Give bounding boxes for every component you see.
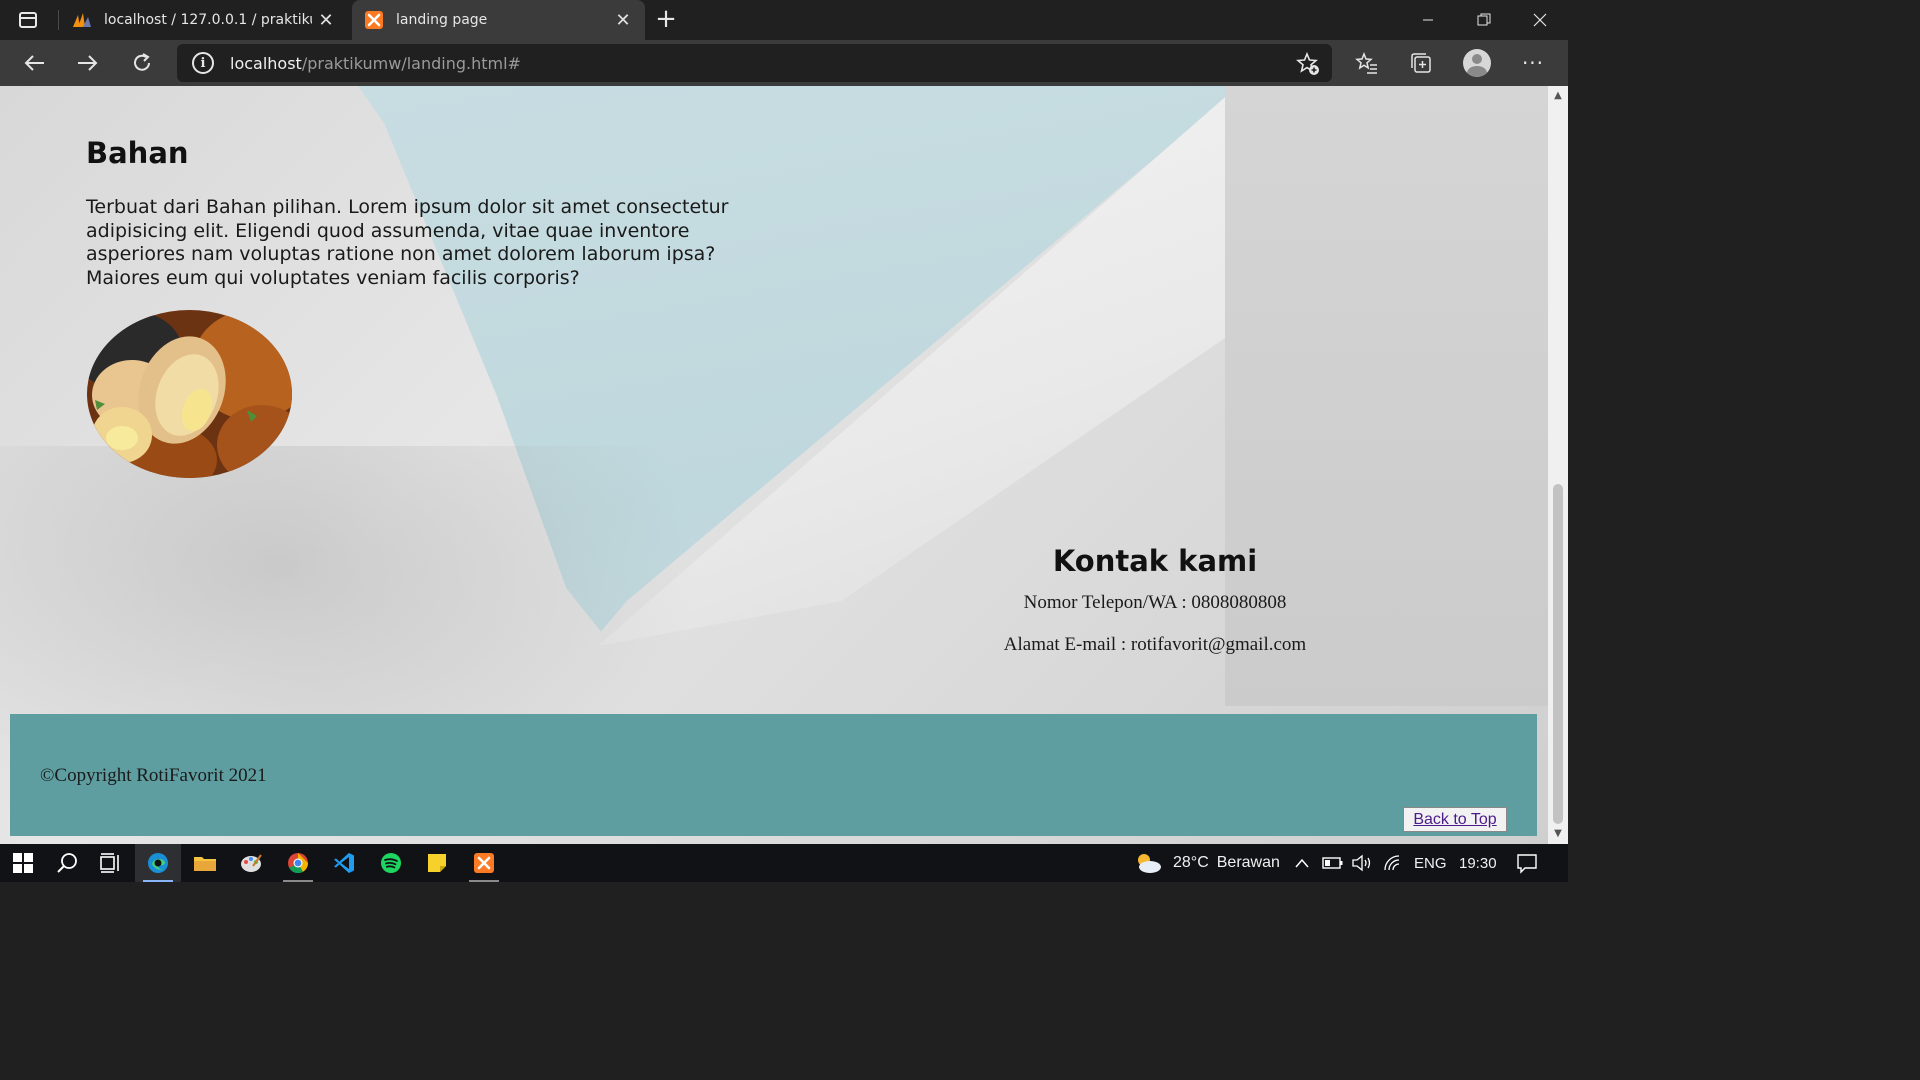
- tab-phpmyadmin[interactable]: localhost / 127.0.0.1 / praktikum ✕: [60, 0, 348, 40]
- contact-heading: Kontak kami: [1052, 544, 1258, 578]
- task-view-icon[interactable]: [88, 844, 134, 882]
- forward-arrow-icon[interactable]: [70, 45, 106, 81]
- contact-phone: Nomor Telepon/WA : 0808080808: [1023, 592, 1287, 613]
- battery-icon[interactable]: [1322, 844, 1344, 882]
- back-to-top-button[interactable]: Back to Top: [1403, 807, 1507, 832]
- minimize-icon[interactable]: [1400, 0, 1456, 40]
- url-host: localhost: [230, 53, 302, 73]
- close-tab-icon[interactable]: ✕: [609, 6, 637, 34]
- network-wifi-icon[interactable]: [1383, 844, 1403, 882]
- weather-widget[interactable]: 28°C Berawan: [1133, 844, 1280, 882]
- windows-taskbar: 28°C Berawan ENG 19:30: [0, 844, 1568, 882]
- file-explorer-icon[interactable]: [182, 844, 228, 882]
- add-favorite-icon[interactable]: [1296, 51, 1320, 76]
- tab-separator: [58, 10, 59, 30]
- scroll-down-arrow-icon[interactable]: ▼: [1548, 828, 1568, 842]
- spotify-icon[interactable]: [368, 844, 414, 882]
- weather-temp: 28°C: [1173, 854, 1209, 871]
- action-center-icon[interactable]: [1516, 844, 1538, 882]
- sticky-notes-icon[interactable]: [414, 844, 460, 882]
- weather-cloud-icon: [1133, 851, 1163, 875]
- vertical-scrollbar[interactable]: ▲ ▼: [1548, 86, 1568, 844]
- clock-time[interactable]: 19:30: [1459, 844, 1497, 882]
- input-language[interactable]: ENG: [1414, 844, 1447, 882]
- windows-start-icon[interactable]: [0, 844, 46, 882]
- favorites-icon[interactable]: [1352, 49, 1382, 77]
- bahan-description: Terbuat dari Bahan pilihan. Lorem ipsum …: [86, 196, 729, 290]
- contact-section: Kontak kami Nomor Telepon/WA : 080808080…: [960, 544, 1350, 676]
- contact-email: Alamat E-mail : rotifavorit@gmail.com: [1003, 634, 1307, 655]
- xampp-taskbar-icon[interactable]: [461, 844, 507, 882]
- phpmyadmin-icon: [72, 11, 92, 29]
- tab-title: landing page: [396, 12, 488, 28]
- page-footer: ©Copyright RotiFavorit 2021 Back to Top: [10, 714, 1537, 836]
- page-viewport: Bahan Terbuat dari Bahan pilihan. Lorem …: [0, 86, 1548, 844]
- scrollbar-thumb[interactable]: [1553, 484, 1563, 824]
- edge-browser-icon[interactable]: [135, 844, 181, 882]
- tab-actions-icon[interactable]: [14, 8, 42, 32]
- volume-icon[interactable]: [1351, 844, 1373, 882]
- show-hidden-icons-chevron-icon[interactable]: [1294, 844, 1310, 882]
- site-info-icon[interactable]: i: [192, 52, 214, 74]
- profile-avatar[interactable]: [1460, 46, 1494, 80]
- restore-icon[interactable]: [1456, 0, 1512, 40]
- bahan-heading: Bahan: [86, 136, 189, 170]
- address-bar[interactable]: i localhost/praktikumw/landing.html#: [177, 44, 1332, 82]
- bread-image: [87, 310, 292, 478]
- scroll-up-arrow-icon[interactable]: ▲: [1548, 90, 1568, 104]
- reload-icon[interactable]: [124, 45, 160, 81]
- more-options-icon[interactable]: ···: [1518, 49, 1548, 77]
- url-path: /praktikumw/landing.html#: [301, 53, 521, 73]
- new-tab-plus-icon[interactable]: +: [652, 6, 680, 34]
- tab-landing-page[interactable]: landing page ✕: [352, 0, 645, 40]
- copyright-text: ©Copyright RotiFavorit 2021: [40, 765, 267, 786]
- browser-toolbar: i localhost/praktikumw/landing.html# ···: [0, 40, 1568, 86]
- close-tab-icon[interactable]: ✕: [312, 6, 340, 34]
- back-arrow-icon[interactable]: [16, 45, 52, 81]
- tab-title: localhost / 127.0.0.1 / praktikum: [104, 12, 312, 28]
- browser-tab-bar: localhost / 127.0.0.1 / praktikum ✕ land…: [0, 0, 1568, 40]
- chrome-icon[interactable]: [275, 844, 321, 882]
- paint-app-icon[interactable]: [228, 844, 274, 882]
- weather-desc: Berawan: [1216, 854, 1280, 871]
- url-text: localhost/praktikumw/landing.html#: [230, 54, 521, 73]
- vscode-icon[interactable]: [321, 844, 367, 882]
- collections-icon[interactable]: [1406, 49, 1436, 77]
- xampp-icon: [364, 11, 384, 29]
- close-window-icon[interactable]: [1512, 0, 1568, 40]
- search-icon[interactable]: [44, 844, 90, 882]
